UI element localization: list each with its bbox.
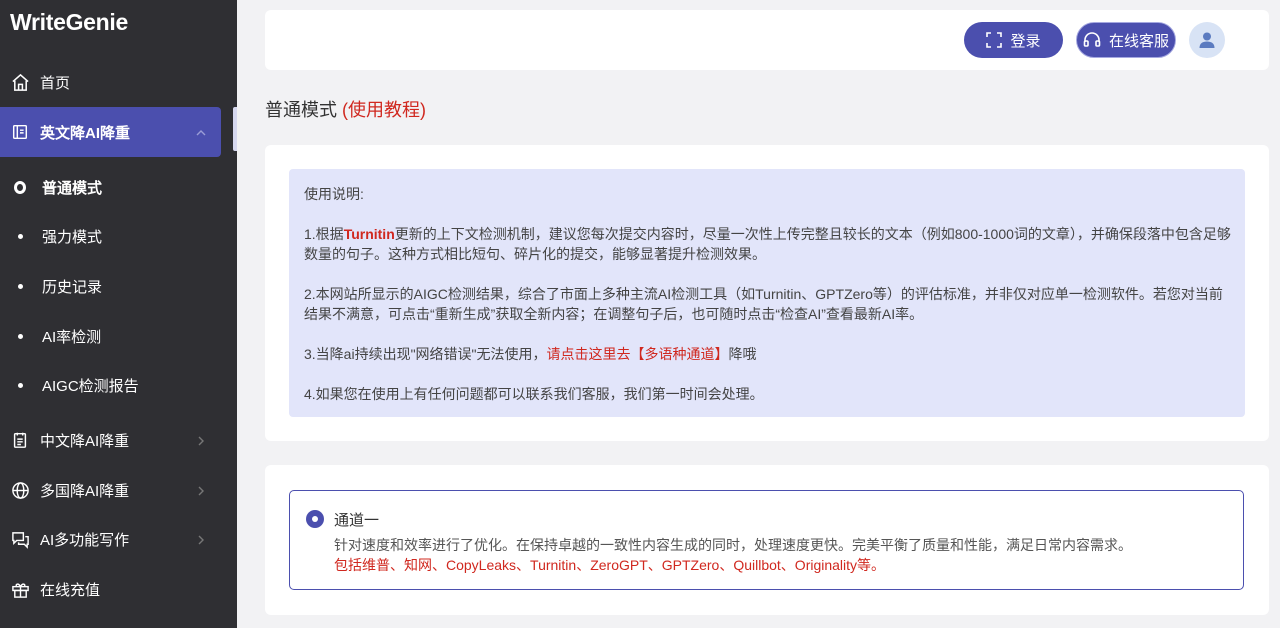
sidebar-subitem-label: AI率检测 (42, 328, 102, 346)
sidebar-subitem-strong-mode[interactable]: 强力模式 (0, 216, 221, 256)
instruction-2: 2.本网站所显示的AIGC检测结果，综合了市面上多种主流AI检测工具（如Turn… (304, 286, 1223, 322)
bullet-dot-icon (14, 382, 26, 388)
sidebar-item-multi-country[interactable]: 多国降AI降重 (0, 465, 221, 515)
sidebar-item-ai-writing[interactable]: AI多功能写作 (0, 514, 221, 564)
avatar[interactable] (1189, 22, 1225, 58)
headset-icon (1083, 32, 1101, 47)
chevron-up-icon (195, 126, 207, 138)
clipboard-icon (10, 430, 30, 450)
bullet-dot-icon (14, 233, 26, 239)
instructions-box: 使用说明: 1.根据Turnitin更新的上下文检测机制，建议您每次提交内容时，… (289, 169, 1245, 417)
home-icon (10, 72, 30, 92)
sidebar-subitem-label: AIGC检测报告 (42, 377, 139, 395)
sidebar-subitem-label: 强力模式 (42, 228, 103, 246)
page-title: 普通模式 (使用教程) (265, 96, 426, 122)
sidebar-item-label: AI多功能写作 (40, 531, 130, 549)
sidebar-item-english-reduce[interactable]: 英文降AI降重 (0, 107, 221, 157)
online-service-button[interactable]: 在线客服 (1076, 22, 1176, 58)
sidebar-item-label: 多国降AI降重 (40, 482, 130, 500)
tutorial-link[interactable]: (使用教程) (342, 100, 426, 120)
radio-selected-icon[interactable] (306, 510, 324, 528)
active-dot-icon (14, 180, 26, 194)
chat-icon (10, 529, 30, 549)
sidebar-item-label: 首页 (40, 74, 71, 92)
instruction-3: 3.当降ai持续出现"网络错误"无法使用，请点击这里去【多语种通道】降哦 (304, 346, 757, 362)
sidebar-subitem-normal-mode[interactable]: 普通模式 (0, 167, 221, 207)
sidebar-item-label: 在线充值 (40, 581, 101, 599)
bullet-dot-icon (14, 283, 26, 289)
channel-support-list: 包括维普、知网、CopyLeaks、Turnitin、ZeroGPT、GPTZe… (334, 557, 886, 573)
chevron-right-icon (195, 484, 207, 496)
gift-icon (10, 579, 30, 599)
app-logo[interactable]: WriteGenie (10, 9, 128, 36)
service-label: 在线客服 (1108, 32, 1169, 50)
bullet-dot-icon (14, 333, 26, 339)
sidebar-subitem-aigc-report[interactable]: AIGC检测报告 (0, 365, 221, 405)
scan-icon (986, 32, 1003, 48)
sidebar-item-label: 英文降AI降重 (40, 124, 131, 142)
sidebar-item-label: 中文降AI降重 (40, 432, 130, 450)
sidebar-collapse-handle[interactable] (233, 107, 237, 151)
sidebar-item-recharge[interactable]: 在线充值 (0, 564, 221, 614)
instructions-card: 使用说明: 1.根据Turnitin更新的上下文检测机制，建议您每次提交内容时，… (265, 145, 1269, 441)
sidebar: WriteGenie 首页 英文降AI降重 普通模式 强力模式 历史记录 AI率… (0, 0, 237, 628)
instructions-heading: 使用说明: (304, 186, 364, 202)
channel-card: 通道一 针对速度和效率进行了优化。在保持卓越的一致性内容生成的同时，处理速度更快… (265, 465, 1269, 615)
login-label: 登录 (1010, 32, 1041, 50)
top-header: 登录 在线客服 (265, 10, 1269, 70)
sidebar-subitem-history[interactable]: 历史记录 (0, 266, 221, 306)
sidebar-item-home[interactable]: 首页 (0, 57, 221, 107)
channel-description: 针对速度和效率进行了优化。在保持卓越的一致性内容生成的同时，处理速度更快。完美平… (334, 537, 1132, 553)
sidebar-subitem-label: 普通模式 (42, 179, 103, 197)
chevron-right-icon (195, 434, 207, 446)
page-title-text: 普通模式 (265, 100, 337, 120)
multilingual-channel-link[interactable]: 请点击这里去【多语种通道】 (547, 346, 729, 362)
sidebar-item-chinese-reduce[interactable]: 中文降AI降重 (0, 415, 221, 465)
channel-option-1[interactable]: 通道一 针对速度和效率进行了优化。在保持卓越的一致性内容生成的同时，处理速度更快… (289, 490, 1244, 590)
chevron-right-icon (195, 533, 207, 545)
user-icon (1199, 32, 1215, 48)
turnitin-brand: Turnitin (343, 226, 395, 242)
sidebar-subitem-ai-rate-check[interactable]: AI率检测 (0, 316, 221, 356)
instruction-4: 4.如果您在使用上有任何问题都可以联系我们客服，我们第一时间会处理。 (304, 386, 764, 402)
login-button[interactable]: 登录 (964, 22, 1063, 58)
sidebar-subitem-label: 历史记录 (42, 278, 103, 296)
document-icon (10, 122, 30, 142)
instruction-1: 1.根据Turnitin更新的上下文检测机制，建议您每次提交内容时，尽量一次性上… (304, 226, 1231, 262)
channel-title: 通道一 (334, 512, 380, 529)
globe-icon (10, 480, 30, 500)
